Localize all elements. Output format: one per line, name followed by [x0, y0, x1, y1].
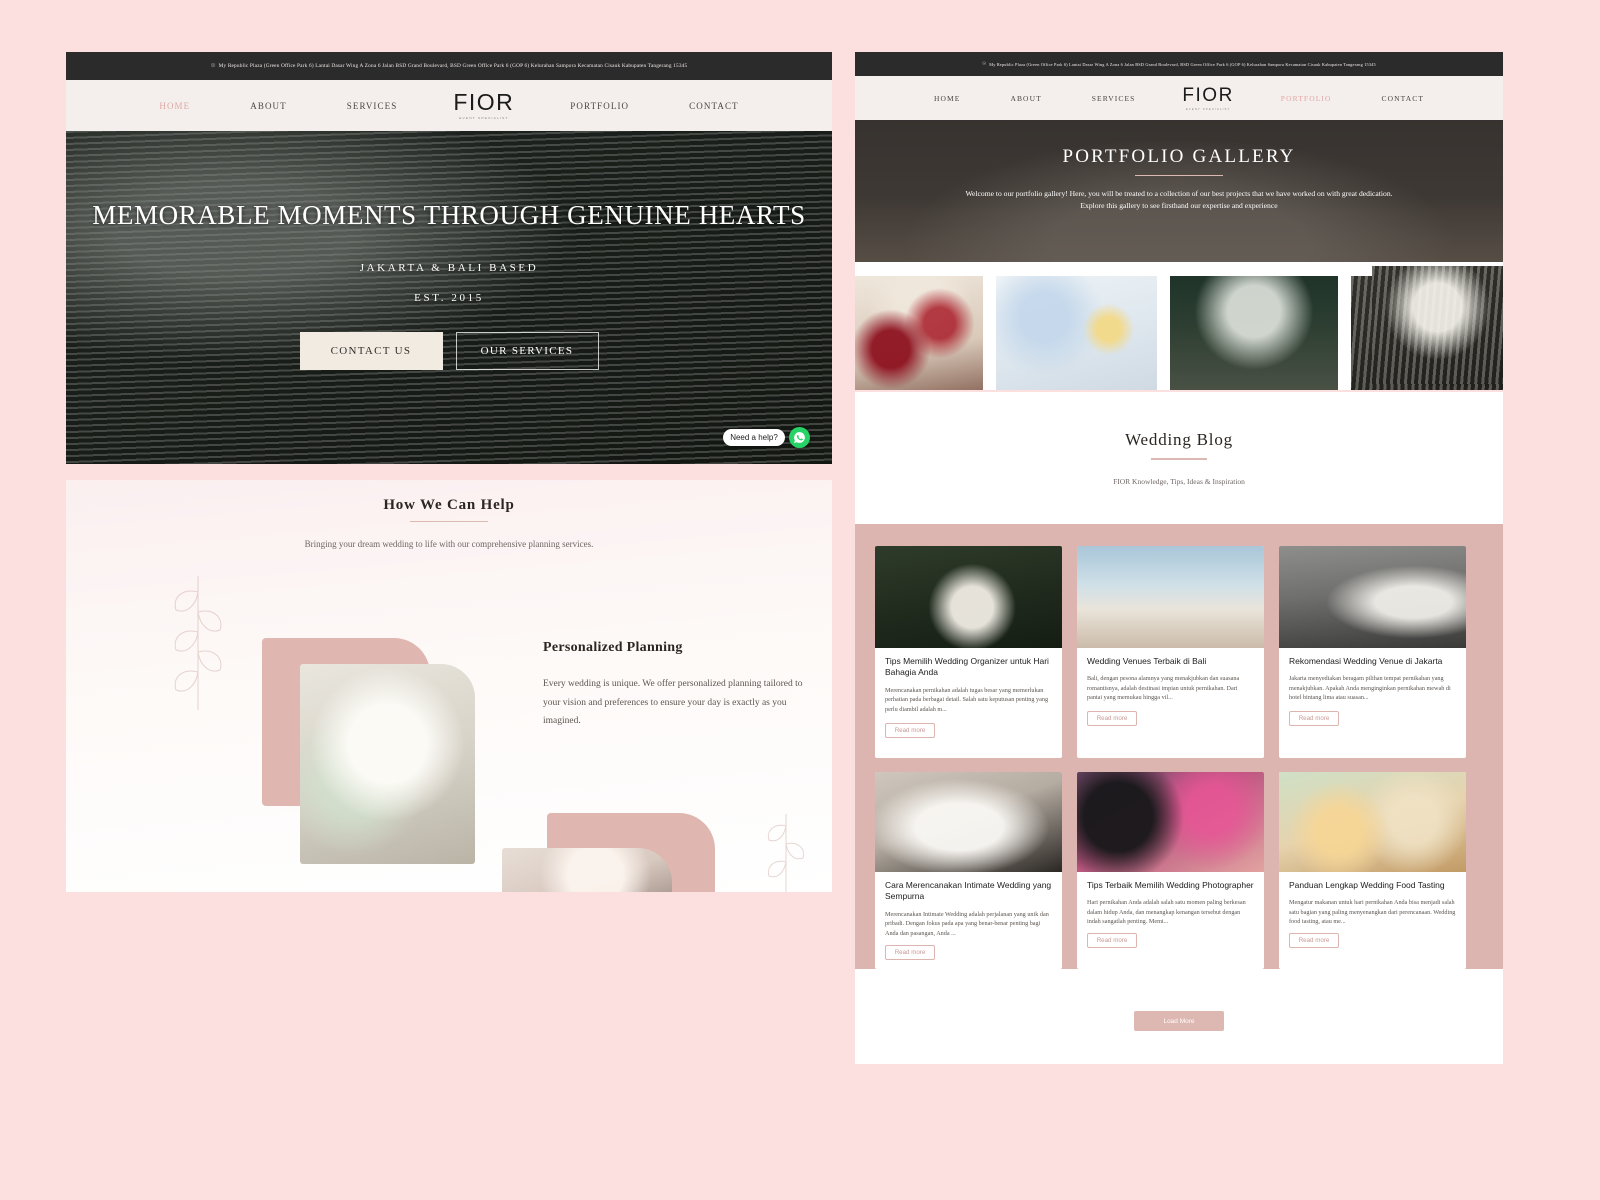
portfolio-title: PORTFOLIO GALLERY: [1062, 146, 1296, 167]
read-more-button[interactable]: Read more: [1087, 711, 1137, 727]
help-section-subtitle: Bringing your dream wedding to life with…: [304, 539, 594, 550]
leaf-ornament-right-icon: [767, 814, 805, 892]
nav-item-contact[interactable]: CONTACT: [689, 101, 738, 111]
wedding-blog-section: Wedding Blog FIOR Knowledge, Tips, Ideas…: [855, 392, 1503, 1064]
blog-card-title: Wedding Venues Terbaik di Bali: [1087, 656, 1207, 666]
location-pin-icon: ☉: [982, 61, 987, 66]
hero-headline: MEMORABLE MOMENTS THROUGH GENUINE HEARTS: [92, 199, 806, 230]
read-more-button[interactable]: Read more: [1289, 933, 1339, 949]
service-body: Every wedding is unique. We offer person…: [543, 679, 803, 727]
blog-card[interactable]: Panduan Lengkap Wedding Food Tasting Men…: [1279, 772, 1466, 969]
blog-card-thumbnail: [1279, 772, 1466, 872]
blog-card[interactable]: Wedding Venues Terbaik di Bali Bali, den…: [1077, 546, 1264, 758]
leaf-ornament-left-icon: [174, 576, 222, 710]
blog-card-title: Tips Terbaik Memilih Wedding Photographe…: [1087, 880, 1254, 890]
nav-item-services[interactable]: SERVICES: [347, 101, 398, 111]
gallery-item-4-bleed[interactable]: [1372, 266, 1503, 384]
blog-card-thumbnail: [875, 546, 1062, 648]
blog-card-thumbnail: [1077, 546, 1264, 648]
our-services-button[interactable]: OUR SERVICES: [455, 331, 599, 370]
address-text: My Republic Plaza (Green Office Park 6) …: [218, 63, 688, 69]
service-title: Personalized Planning: [543, 640, 683, 655]
brand-tagline: EVENT SPECIALIST: [1185, 106, 1231, 111]
nav-item-portfolio[interactable]: PORTFOLIO: [570, 101, 629, 111]
blog-title: Wedding Blog: [1125, 430, 1233, 449]
read-more-button[interactable]: Read more: [1087, 933, 1137, 949]
brand-name: FIOR: [1182, 84, 1234, 106]
read-more-button[interactable]: Read more: [885, 722, 935, 738]
blog-card-title: Rekomendasi Wedding Venue di Jakarta: [1289, 656, 1443, 666]
location-pin-icon: ☉: [210, 63, 216, 69]
home-hero-panel: ☉ My Republic Plaza (Green Office Park 6…: [66, 52, 832, 464]
portfolio-description: Welcome to our portfolio gallery! Here, …: [965, 189, 1393, 211]
blog-card-grid: Tips Memilih Wedding Organizer untuk Har…: [855, 524, 1503, 969]
nav-item-home[interactable]: HOME: [159, 101, 190, 111]
hero-banner: MEMORABLE MOMENTS THROUGH GENUINE HEARTS…: [66, 131, 832, 464]
blog-card[interactable]: Rekomendasi Wedding Venue di Jakarta Jak…: [1279, 546, 1466, 758]
blog-card-thumbnail: [1279, 546, 1466, 648]
brand-logo[interactable]: FIOR EVENT SPECIALIST: [453, 91, 514, 120]
bouquet-photo: [300, 664, 475, 864]
blog-card-title: Tips Memilih Wedding Organizer untuk Har…: [885, 656, 1049, 678]
blog-card-excerpt: Hari pernikahan Anda adalah salah satu m…: [1087, 899, 1246, 926]
blog-card-thumbnail: [875, 772, 1062, 872]
blog-card-title: Panduan Lengkap Wedding Food Tasting: [1289, 880, 1445, 890]
brand-tagline: EVENT SPECIALIST: [459, 116, 509, 120]
screenshot-stage: ☉ My Republic Plaza (Green Office Park 6…: [0, 0, 1600, 1200]
portfolio-address-bar: ☉ My Republic Plaza (Green Office Park 6…: [855, 52, 1503, 76]
gallery-item-1[interactable]: [855, 276, 983, 390]
bouquet-photo-secondary: [502, 848, 672, 892]
pf-nav-item-about[interactable]: ABOUT: [1010, 94, 1041, 103]
help-section-rule: [410, 521, 488, 523]
portfolio-title-rule: [1135, 175, 1223, 177]
help-section-title: How We Can Help: [383, 497, 515, 513]
whatsapp-icon[interactable]: [789, 427, 810, 448]
contact-us-button[interactable]: CONTACT US: [299, 331, 443, 370]
home-navbar: HOME ABOUT SERVICES FIOR EVENT SPECIALIS…: [66, 80, 832, 131]
load-more-button[interactable]: Load More: [1134, 1011, 1224, 1031]
read-more-button[interactable]: Read more: [1289, 711, 1339, 727]
portfolio-brand-logo[interactable]: FIOR EVENT SPECIALIST: [1182, 86, 1233, 111]
hero-subline-location: JAKARTA & BALI BASED: [359, 261, 539, 274]
blog-card-excerpt: Jakarta menyediakan beragam pilihan temp…: [1289, 675, 1451, 702]
brand-name: FIOR: [453, 89, 515, 115]
home-help-widget[interactable]: Need a help?: [723, 427, 810, 448]
address-bar: ☉ My Republic Plaza (Green Office Park 6…: [66, 52, 832, 80]
blog-card[interactable]: Cara Merencanakan Intimate Wedding yang …: [875, 772, 1062, 969]
blog-card[interactable]: Tips Terbaik Memilih Wedding Photographe…: [1077, 772, 1264, 969]
pf-nav-item-portfolio[interactable]: PORTFOLIO: [1281, 94, 1332, 103]
blog-card-thumbnail: [1077, 772, 1264, 872]
blog-subtitle: FIOR Knowledge, Tips, Ideas & Inspiratio…: [1113, 476, 1245, 486]
blog-card[interactable]: Tips Memilih Wedding Organizer untuk Har…: [875, 546, 1062, 758]
pf-nav-item-home[interactable]: HOME: [934, 94, 960, 103]
portfolio-address-text: My Republic Plaza (Green Office Park 6) …: [989, 61, 1376, 67]
pf-nav-item-services[interactable]: SERVICES: [1092, 94, 1136, 103]
hero-subline-established: EST. 2015: [414, 291, 484, 304]
need-help-bubble[interactable]: Need a help?: [723, 429, 785, 446]
blog-title-rule: [1151, 458, 1207, 460]
read-more-button[interactable]: Read more: [885, 944, 935, 960]
blog-card-excerpt: Merencanakan Intimate Wedding adalah per…: [885, 910, 1049, 937]
gallery-item-2[interactable]: [995, 276, 1157, 390]
nav-item-about[interactable]: ABOUT: [250, 101, 287, 111]
how-we-can-help-section: How We Can Help Bringing your dream wedd…: [66, 480, 832, 892]
pf-nav-item-contact[interactable]: CONTACT: [1382, 94, 1425, 103]
blog-card-excerpt: Merencanakan pernikahan adalah tugas bes…: [885, 686, 1049, 713]
blog-card-excerpt: Mengatur makanan untuk hari pernikahan A…: [1289, 899, 1456, 926]
blog-card-excerpt: Bali, dengan pesona alamnya yang menakju…: [1087, 675, 1240, 702]
portfolio-hero-banner: PORTFOLIO GALLERY Welcome to our portfol…: [855, 120, 1503, 262]
blog-card-title: Cara Merencanakan Intimate Wedding yang …: [885, 880, 1052, 902]
portfolio-navbar: HOME ABOUT SERVICES FIOR EVENT SPECIALIS…: [855, 76, 1503, 120]
gallery-item-3[interactable]: [1169, 276, 1339, 390]
